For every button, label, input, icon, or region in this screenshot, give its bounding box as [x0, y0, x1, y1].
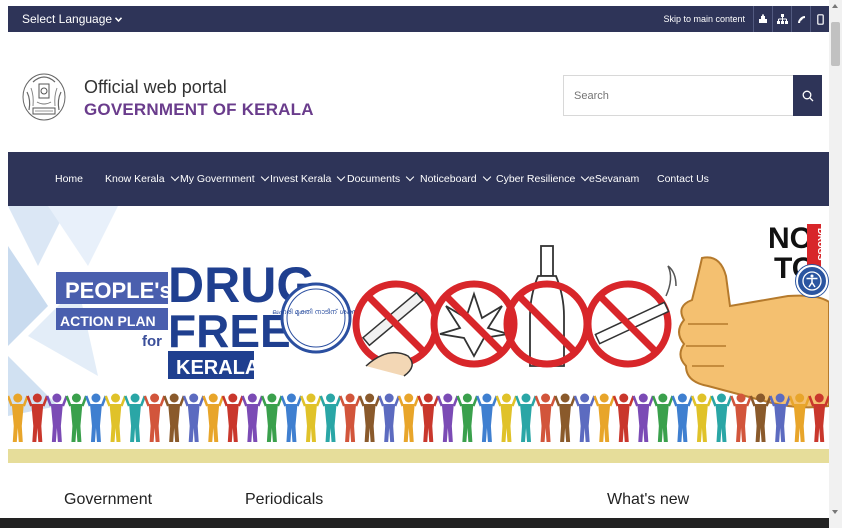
scroll-up-arrow-icon[interactable]: [832, 4, 838, 8]
nav-item-label: Invest Kerala: [270, 173, 332, 185]
no-cannabis-sign: [430, 280, 518, 368]
nav-item-cyber-resilience[interactable]: Cyber Resilience: [496, 152, 590, 206]
portal-title: Official web portal: [84, 77, 227, 97]
section-title-whats-new: What's new: [607, 491, 690, 508]
search-input[interactable]: [563, 75, 793, 116]
nav-item-esevanam[interactable]: eSevanam: [589, 152, 639, 206]
top-utility-bar: Select Language Skip to main content: [8, 6, 829, 32]
accessibility-widget-button[interactable]: [796, 265, 828, 297]
chevron-down-icon: [337, 172, 346, 182]
skip-to-main-link[interactable]: Skip to main content: [655, 14, 753, 24]
nav-item-label: Cyber Resilience: [496, 173, 576, 185]
drugs-vertical-text: DRUGS: [816, 228, 826, 261]
scrollbar-thumb[interactable]: [831, 22, 840, 66]
sitemap-icon[interactable]: [772, 6, 791, 32]
nav-item-know-kerala[interactable]: Know Kerala: [105, 152, 179, 206]
chevron-down-icon: [482, 172, 491, 182]
chevron-down-icon: [170, 172, 179, 182]
site-header: Official web portal GOVERNMENT OF KERALA: [8, 32, 829, 152]
kerala-emblem-logo[interactable]: [21, 70, 67, 122]
nav-item-noticeboard[interactable]: Noticeboard: [420, 152, 491, 206]
nav-item-label: eSevanam: [589, 173, 640, 185]
nav-item-documents[interactable]: Documents: [347, 152, 415, 206]
page: { "topbar": { "language_label": "Select …: [0, 0, 842, 528]
banner-artwork: PEOPLE's ACTION PLAN for DRUG FREE KERAL…: [8, 206, 829, 442]
drug-free-kerala-banner[interactable]: PEOPLE's ACTION PLAN for DRUG FREE KERAL…: [8, 206, 829, 449]
section-title-government: Government: [64, 491, 153, 508]
no-alcohol-sign: [503, 245, 591, 368]
nav-item-label: Home: [55, 173, 84, 185]
nav-item-label: Documents: [347, 173, 401, 185]
nav-item-my-government[interactable]: My Government: [180, 152, 269, 206]
malayalam-seal-text: ലഹരി മുക്തി നാടിന് ശക്തി: [272, 308, 360, 317]
chevron-down-icon: [260, 172, 269, 182]
scroll-down-arrow-icon[interactable]: [832, 510, 838, 514]
no-text: NO: [768, 222, 813, 255]
main-navigation: Home Know Kerala My Government Invest Ke…: [8, 152, 829, 206]
for-text: for: [142, 333, 162, 350]
accessibility-icon[interactable]: [753, 6, 772, 32]
no-injection-sign: [352, 280, 440, 377]
mobile-icon[interactable]: [810, 6, 829, 32]
nav-item-home[interactable]: Home: [55, 152, 83, 206]
nav-item-contact-us[interactable]: Contact Us: [657, 152, 709, 206]
chevron-down-icon: [405, 172, 415, 182]
government-title[interactable]: GOVERNMENT OF KERALA: [84, 100, 314, 120]
nav-item-invest-kerala[interactable]: Invest Kerala: [270, 152, 346, 206]
language-label: Select Language: [22, 12, 113, 26]
nav-item-label: Know Kerala: [105, 173, 165, 185]
page-scrollbar[interactable]: [829, 0, 842, 528]
kerala-text: KERALA: [176, 357, 259, 379]
bottom-taskbar: [0, 518, 829, 528]
nav-item-label: Noticeboard: [420, 173, 477, 185]
action-plan-text: ACTION PLAN: [60, 313, 156, 329]
nav-item-label: Contact Us: [657, 173, 709, 185]
phone-icon[interactable]: [791, 6, 810, 32]
section-title-periodicals: Periodicals: [245, 491, 324, 508]
accessibility-person-icon: [802, 271, 822, 291]
search-button[interactable]: [793, 75, 822, 116]
nav-item-label: My Government: [180, 173, 255, 185]
no-smoking-sign: [584, 265, 677, 368]
search-icon: [802, 90, 813, 101]
language-selector[interactable]: Select Language: [22, 12, 123, 26]
chevron-down-icon: [115, 16, 123, 22]
banner-bottom-strip: [8, 449, 829, 463]
peoples-text: PEOPLE's: [65, 278, 172, 303]
people-chain-illustration: [8, 393, 829, 442]
